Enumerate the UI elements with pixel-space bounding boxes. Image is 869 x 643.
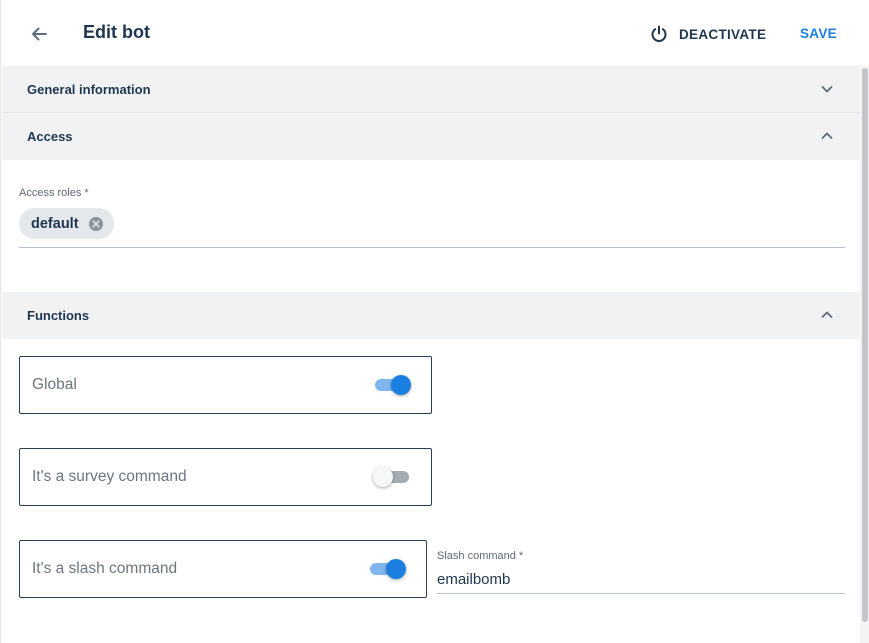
survey-switch[interactable] bbox=[373, 467, 411, 487]
section-access[interactable]: Access bbox=[2, 113, 860, 160]
deactivate-label: DEACTIVATE bbox=[679, 26, 767, 42]
section-title: Functions bbox=[27, 308, 90, 323]
switch-thumb bbox=[373, 467, 393, 487]
page-title: Edit bot bbox=[83, 22, 150, 42]
slash-toggle-label: It's a slash command bbox=[32, 560, 178, 577]
slash-switch[interactable] bbox=[368, 559, 406, 579]
switch-thumb bbox=[386, 559, 406, 579]
arrow-left-icon bbox=[32, 27, 47, 41]
section-title: General information bbox=[27, 82, 151, 97]
save-button[interactable]: SAVE bbox=[800, 26, 837, 41]
section-general-information[interactable]: General information bbox=[2, 66, 860, 113]
access-roles-label: Access roles * bbox=[19, 187, 89, 199]
access-roles-underline bbox=[19, 247, 845, 248]
back-button[interactable] bbox=[25, 20, 53, 48]
section-title: Access bbox=[27, 129, 73, 144]
chevron-down-icon bbox=[821, 86, 833, 93]
power-icon bbox=[651, 25, 667, 42]
page-header: Edit bot DEACTIVATE SAVE bbox=[1, 0, 869, 66]
slash-command-input[interactable] bbox=[437, 568, 845, 590]
section-functions[interactable]: Functions bbox=[2, 292, 860, 339]
role-chip: default bbox=[19, 208, 114, 239]
chevron-up-icon bbox=[821, 132, 833, 139]
chevron-up-icon bbox=[821, 311, 833, 318]
slash-command-label: Slash command * bbox=[437, 550, 524, 562]
cancel-circle-icon[interactable] bbox=[88, 216, 104, 232]
global-switch[interactable] bbox=[373, 375, 411, 395]
global-toggle-field[interactable]: Global bbox=[19, 356, 432, 414]
global-toggle-label: Global bbox=[32, 376, 77, 393]
survey-toggle-label: It's a survey command bbox=[32, 468, 187, 485]
edit-bot-panel: Edit bot DEACTIVATE SAVE General informa… bbox=[0, 0, 869, 643]
slash-command-underline bbox=[437, 593, 845, 594]
slash-toggle-field[interactable]: It's a slash command bbox=[19, 540, 427, 598]
switch-thumb bbox=[391, 375, 411, 395]
deactivate-button[interactable]: DEACTIVATE bbox=[649, 22, 766, 46]
survey-toggle-field[interactable]: It's a survey command bbox=[19, 448, 432, 506]
scrollbar-thumb[interactable] bbox=[862, 68, 868, 622]
role-chip-label: default bbox=[31, 215, 79, 232]
